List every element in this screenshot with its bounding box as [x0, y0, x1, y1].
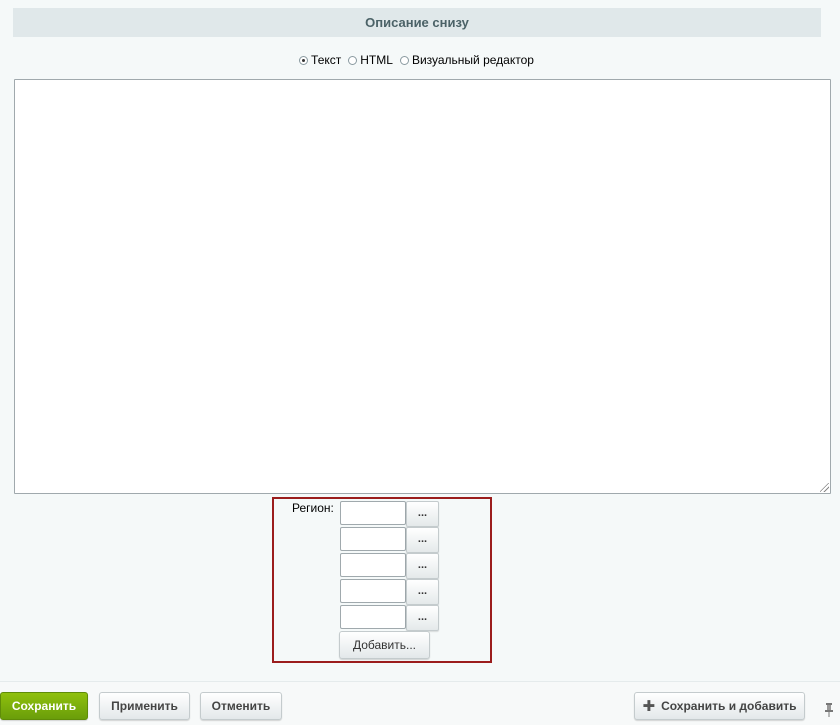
radio-icon[interactable]	[299, 55, 309, 65]
cancel-button[interactable]: Отменить	[200, 692, 282, 720]
region-pick-button[interactable]: ...	[406, 501, 439, 527]
mode-html-label: HTML	[360, 53, 393, 67]
editor-mode-switch: Текст HTML Визуальный редактор	[0, 51, 840, 69]
radio-icon[interactable]	[399, 55, 409, 65]
section-title: Описание снизу	[13, 8, 821, 37]
region-input-4[interactable]	[340, 579, 406, 603]
save-and-add-button[interactable]: ✚ Сохранить и добавить	[634, 692, 805, 720]
pin-icon[interactable]	[824, 703, 834, 717]
region-pick-button[interactable]: ...	[406, 605, 439, 631]
region-pick-button[interactable]: ...	[406, 579, 439, 605]
mode-text-option[interactable]: Текст	[299, 53, 341, 67]
region-pick-button[interactable]: ...	[406, 553, 439, 579]
apply-button[interactable]: Применить	[99, 692, 190, 720]
region-input-3[interactable]	[340, 553, 406, 577]
add-region-button[interactable]: Добавить...	[339, 631, 430, 659]
mode-text-label: Текст	[311, 53, 342, 67]
plus-icon: ✚	[642, 697, 656, 715]
region-label: Регион:	[292, 501, 334, 515]
region-pick-button[interactable]: ...	[406, 527, 439, 553]
description-textarea[interactable]	[14, 79, 831, 494]
region-input-1[interactable]	[340, 501, 406, 525]
region-input-5[interactable]	[340, 605, 406, 629]
resize-handle-icon[interactable]	[820, 483, 829, 492]
save-and-add-label: Сохранить и добавить	[661, 699, 797, 713]
footer-toolbar: Сохранить Применить Отменить ✚ Сохранить…	[0, 681, 840, 725]
mode-visual-option[interactable]: Визуальный редактор	[399, 53, 534, 67]
region-input-2[interactable]	[340, 527, 406, 551]
mode-visual-label: Визуальный редактор	[411, 53, 534, 67]
save-button[interactable]: Сохранить	[0, 692, 88, 720]
radio-icon[interactable]	[348, 55, 358, 65]
mode-html-option[interactable]: HTML	[348, 53, 393, 67]
